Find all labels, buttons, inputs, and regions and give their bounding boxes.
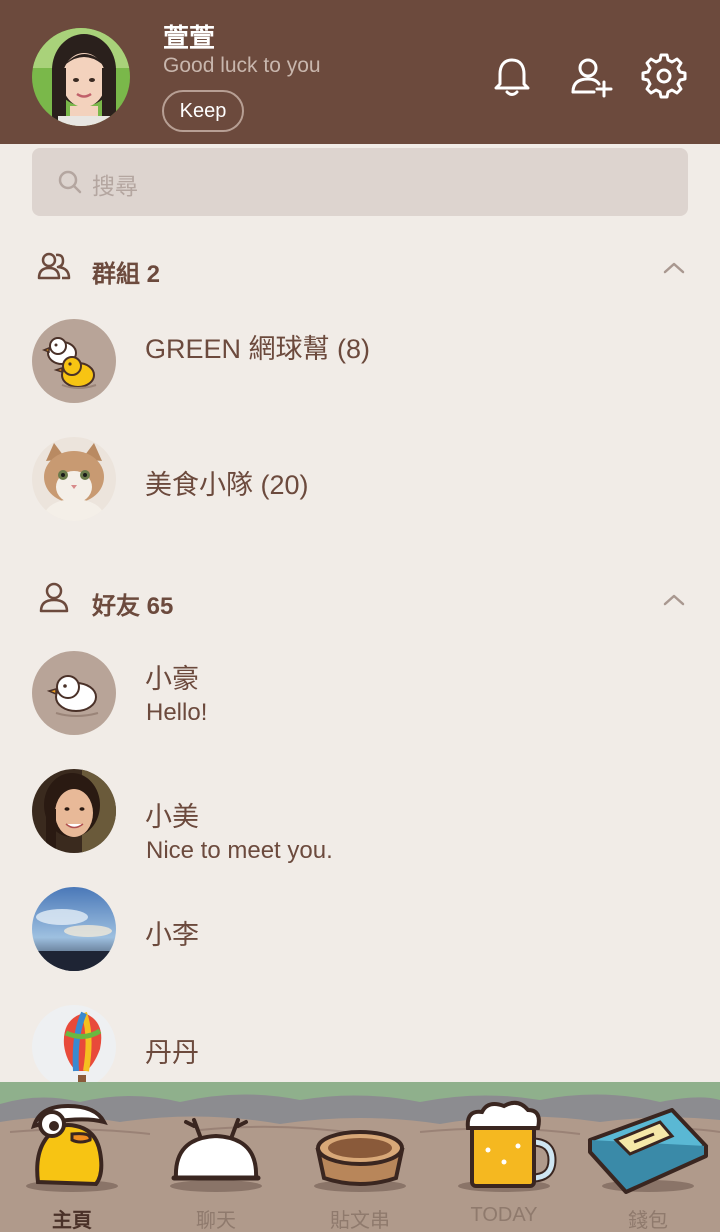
friend-row[interactable]: 小豪 Hello! [0,651,720,761]
groups-section-header[interactable]: 群組 2 [0,248,720,288]
friend-name: 丹丹 [145,1038,199,1068]
tab-today[interactable]: TODAY [432,1082,576,1232]
friend-row[interactable]: 小美 Nice to meet you. [0,769,720,879]
search-bar[interactable]: 搜尋 [32,148,688,216]
tab-chat-label: 聊天 [196,1210,236,1232]
tab-wallet-label: 錢包 [628,1210,668,1232]
tab-timeline[interactable]: 貼文串 [288,1082,432,1232]
duck-home-icon [26,1103,118,1192]
friend-status-message: Nice to meet you. [146,837,333,864]
group-name: GREEN 網球幫 (8) [145,334,371,364]
bell-icon[interactable] [488,52,536,100]
profile-status-message: Good luck to you [163,54,321,77]
group-name: 美食小隊 (20) [145,470,309,500]
friend-row[interactable]: 小李 [0,887,720,997]
bottom-tab-bar: 主頁 聊天 貼文串 TODAY 錢包 [0,1082,720,1232]
group-row[interactable]: 美食小隊 (20) [0,437,720,547]
settings-gear-icon[interactable] [640,52,688,100]
group-row[interactable]: GREEN 網球幫 (8) [0,319,720,429]
add-friend-icon[interactable] [568,52,616,100]
tab-chat[interactable]: 聊天 [144,1082,288,1232]
chat-icon [170,1118,262,1192]
chevron-up-icon[interactable] [662,588,686,612]
timeline-bowl-icon [314,1130,406,1192]
chevron-up-icon[interactable] [662,256,686,280]
groups-icon [37,252,71,280]
friend-avatar-sky [32,887,116,971]
keep-button[interactable]: Keep [162,90,244,132]
friend-name: 小李 [145,920,199,950]
search-placeholder: 搜尋 [92,173,138,199]
wallet-book-icon [588,1108,708,1194]
friend-name: 小美 [145,802,199,832]
search-icon [58,170,82,194]
tab-timeline-label: 貼文串 [330,1210,390,1232]
friend-status-message: Hello! [146,699,208,726]
friend-icon [39,582,69,613]
group-avatar-cat [32,437,116,521]
tab-wallet[interactable]: 錢包 [576,1082,720,1232]
friend-avatar-balloon [32,1005,116,1089]
profile-header: 萱萱 Good luck to you Keep [0,0,720,144]
profile-avatar[interactable] [32,28,130,126]
friends-section-header[interactable]: 好友 65 [0,580,720,620]
groups-section-title: 群組 2 [92,261,161,288]
friends-section-title: 好友 65 [92,593,174,620]
tab-home-label: 主頁 [52,1210,92,1232]
tab-home[interactable]: 主頁 [0,1082,144,1232]
tab-today-label: TODAY [470,1204,538,1226]
friend-avatar-photo [32,769,116,853]
friend-name: 小豪 [145,664,199,694]
group-avatar-ducks [32,319,116,403]
beer-mug-icon [458,1100,557,1192]
profile-name: 萱萱 [163,23,216,53]
friend-avatar-duck [32,651,116,735]
